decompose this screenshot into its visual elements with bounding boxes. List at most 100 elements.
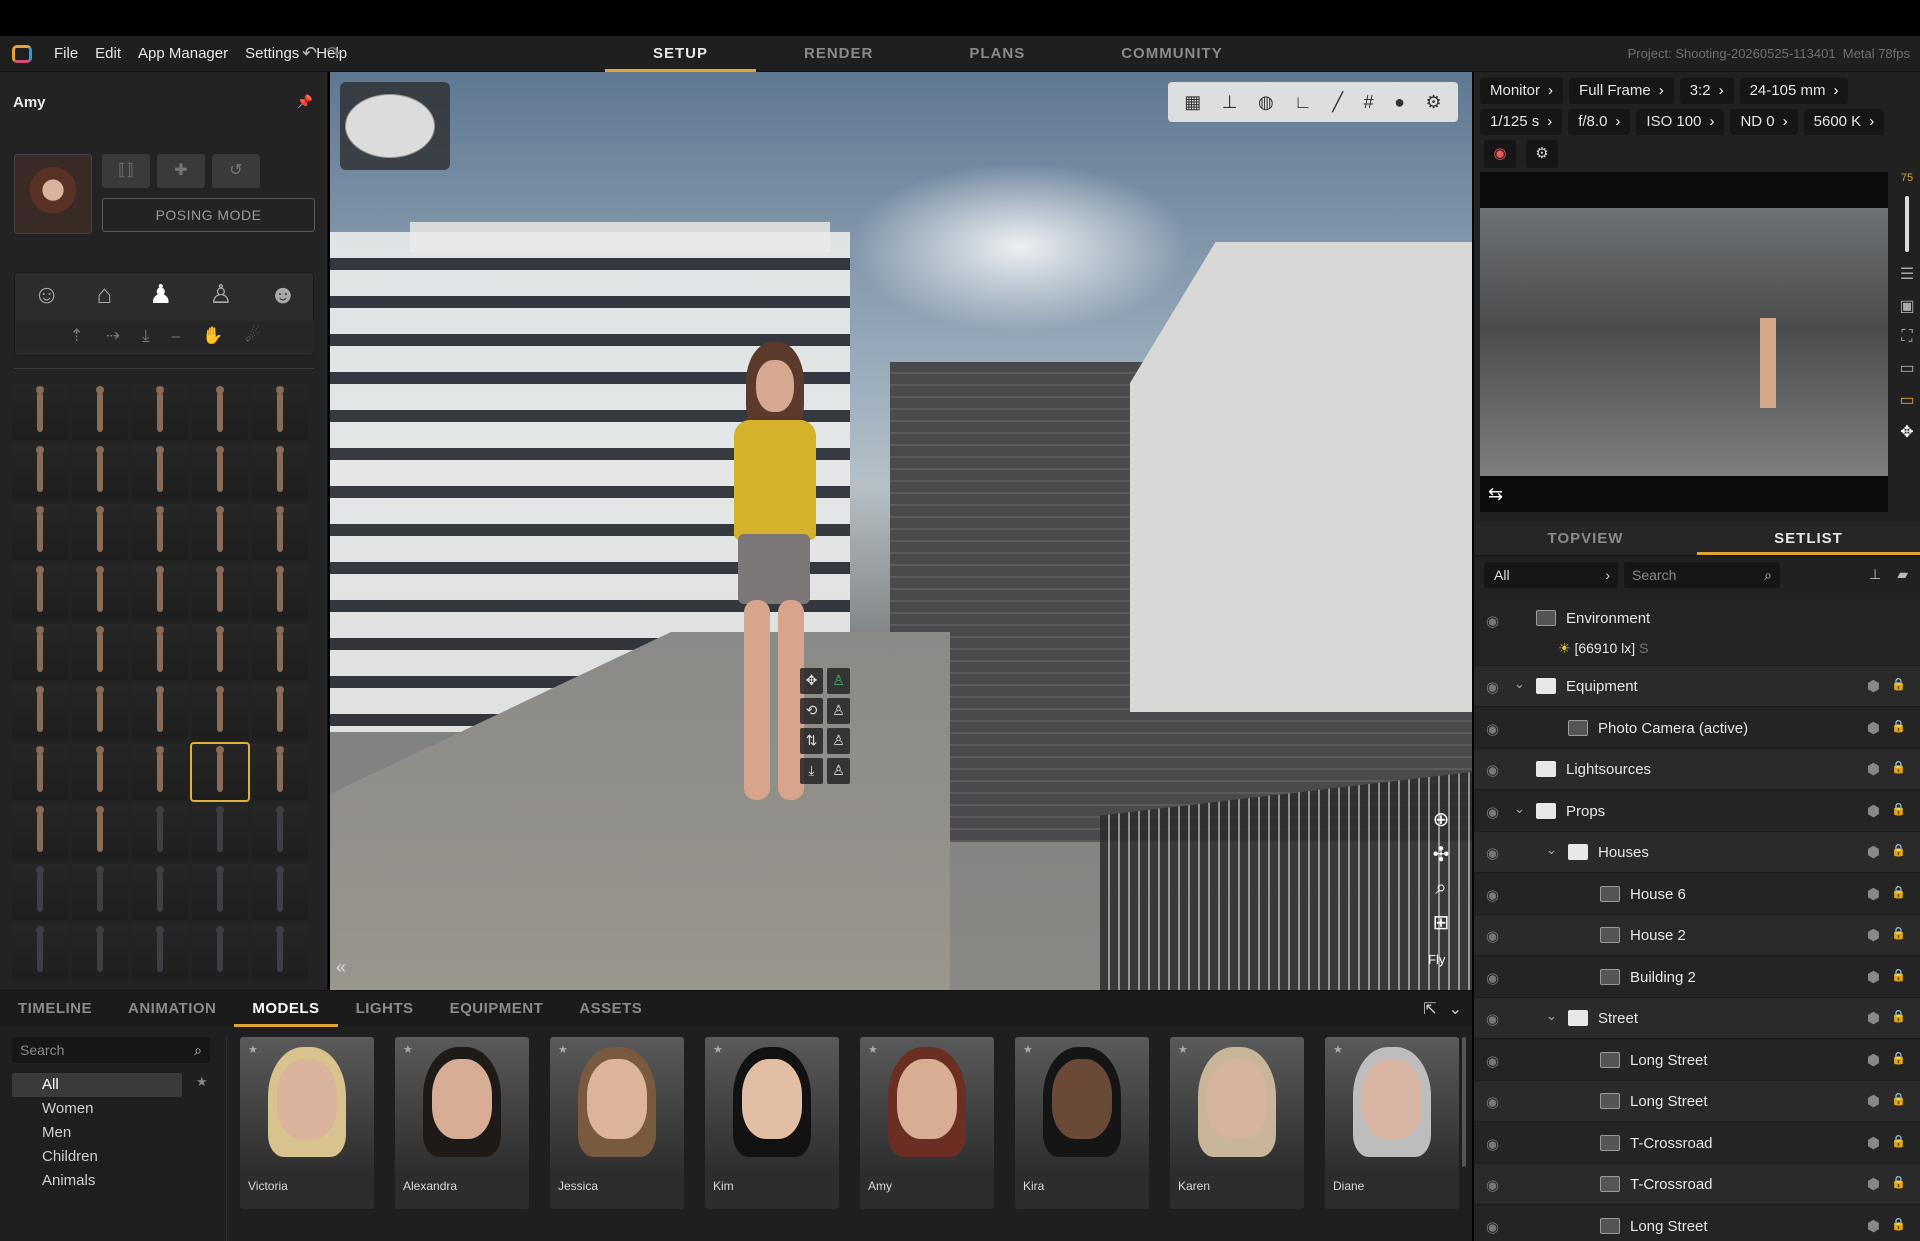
- chevron-down-icon[interactable]: ⌄: [1514, 676, 1525, 692]
- pin-icon[interactable]: 📌: [297, 94, 313, 110]
- color-wheel-icon[interactable]: ◉: [1484, 140, 1516, 168]
- pose-thumbnail[interactable]: [12, 804, 68, 860]
- camera-setting-row1-0[interactable]: Monitor ›: [1480, 78, 1564, 104]
- eye-icon[interactable]: ◉: [1486, 1218, 1499, 1236]
- pose-thumbnail[interactable]: [252, 684, 308, 740]
- setlist-row[interactable]: ◉ House 2 ⬢ 🔒: [1474, 915, 1920, 956]
- setlist-row-environment[interactable]: ◉ Environment ☀ [66910 lx] S: [1474, 598, 1920, 666]
- gear-icon[interactable]: ⚙: [1426, 92, 1442, 113]
- camera-setting-row2-2[interactable]: ISO 100 ›: [1636, 109, 1725, 135]
- tab-animation[interactable]: ANIMATION: [110, 991, 234, 1027]
- camera-setting-row2-3[interactable]: ND 0 ›: [1730, 109, 1798, 135]
- setlist-row[interactable]: ◉ ⌄ Props ⬢ 🔒: [1474, 790, 1920, 832]
- scale-icon[interactable]: ⇅: [800, 728, 823, 754]
- pose-thumbnail[interactable]: [252, 504, 308, 560]
- camera-setting-row1-1[interactable]: Full Frame ›: [1569, 78, 1674, 104]
- eye-icon[interactable]: ◉: [1486, 969, 1499, 987]
- menu-item-edit[interactable]: Edit: [95, 45, 121, 62]
- posture-icon[interactable]: ♙: [209, 279, 232, 310]
- popout-icon[interactable]: ⇱: [1423, 999, 1436, 1019]
- camera-gear-icon[interactable]: ⚙: [1526, 140, 1558, 168]
- pose-thumbnail[interactable]: [192, 444, 248, 500]
- lock-icon[interactable]: 🔒: [1891, 1134, 1906, 1148]
- head-icon[interactable]: ☺: [33, 279, 60, 310]
- pose-thumbnail[interactable]: [12, 564, 68, 620]
- tab-community[interactable]: COMMUNITY: [1073, 36, 1271, 72]
- tab-models[interactable]: MODELS: [234, 991, 338, 1027]
- cube-icon[interactable]: ⬢: [1867, 1175, 1880, 1193]
- menu-item-file[interactable]: File: [54, 45, 78, 62]
- tab-lights[interactable]: LIGHTS: [338, 991, 432, 1027]
- eye-icon[interactable]: ◉: [1486, 803, 1499, 821]
- pose-thumbnail[interactable]: [252, 624, 308, 680]
- character-avatar[interactable]: [14, 154, 92, 234]
- cube-icon[interactable]: ⬢: [1867, 843, 1880, 861]
- lock-icon[interactable]: 🔒: [1891, 926, 1906, 940]
- category-men[interactable]: Men: [12, 1121, 212, 1145]
- tab-assets[interactable]: ASSETS: [561, 991, 660, 1027]
- tab-equipment[interactable]: EQUIPMENT: [432, 991, 562, 1027]
- eye-icon[interactable]: ◉: [1486, 927, 1499, 945]
- lock-icon[interactable]: 🔒: [1891, 1051, 1906, 1065]
- setlist-row[interactable]: ◉ Long Street ⬢ 🔒: [1474, 1205, 1920, 1241]
- pose-thumbnail[interactable]: [72, 384, 128, 440]
- star-icon[interactable]: ★: [1178, 1043, 1188, 1056]
- setlist-row[interactable]: ◉ Lightsources ⬢ 🔒: [1474, 749, 1920, 790]
- eye-icon[interactable]: ◉: [1486, 886, 1499, 904]
- eye-icon[interactable]: ◉: [1486, 1135, 1499, 1153]
- eye-icon[interactable]: ◉: [1486, 1176, 1499, 1194]
- category-children[interactable]: Children: [12, 1145, 212, 1169]
- lock-icon[interactable]: 🔒: [1891, 968, 1906, 982]
- setlist-row[interactable]: ◉ ⌄ Street ⬢ 🔒: [1474, 998, 1920, 1039]
- pose-thumbnail[interactable]: [132, 864, 188, 920]
- camera-setting-row2-0[interactable]: 1/125 s ›: [1480, 109, 1563, 135]
- overlay-icon[interactable]: ▭: [1899, 390, 1914, 410]
- tab-timeline[interactable]: TIMELINE: [0, 991, 110, 1027]
- lock-icon[interactable]: 🔒: [1891, 1175, 1906, 1189]
- lock-icon[interactable]: 🔒: [1891, 1217, 1906, 1231]
- cube-icon[interactable]: ⬢: [1867, 926, 1880, 944]
- lock-icon[interactable]: 🔒: [1891, 719, 1906, 733]
- pose-thumbnail[interactable]: [72, 564, 128, 620]
- setlist-row[interactable]: ◉ Long Street ⬢ 🔒: [1474, 1081, 1920, 1122]
- cube-icon[interactable]: ⬢: [1867, 1009, 1880, 1027]
- eye-icon[interactable]: ◉: [1486, 720, 1499, 738]
- pose-thumbnail[interactable]: [72, 804, 128, 860]
- lock-icon[interactable]: 🔒: [1891, 843, 1906, 857]
- move-camera-icon[interactable]: ✥: [1900, 422, 1913, 442]
- cube-icon[interactable]: ⬢: [1867, 719, 1880, 737]
- grid-icon[interactable]: ▦: [1184, 92, 1201, 113]
- ruler-icon[interactable]: ╱: [1332, 92, 1343, 113]
- lying-pose-icon[interactable]: ⎯: [172, 321, 181, 351]
- menu-item-settings[interactable]: Settings: [245, 45, 299, 62]
- swap-view-icon[interactable]: ⇆: [1488, 484, 1503, 505]
- sitting-pose-icon[interactable]: ⤓: [142, 321, 150, 351]
- pose-thumbnail[interactable]: [252, 384, 308, 440]
- pose-thumbnail[interactable]: [72, 924, 128, 980]
- model-card[interactable]: ★ Amy: [860, 1037, 994, 1209]
- angle-icon[interactable]: ∟: [1294, 92, 1312, 113]
- pose-thumbnail[interactable]: [192, 684, 248, 740]
- drop-to-floor-icon[interactable]: ⤓: [800, 758, 823, 784]
- globe-icon[interactable]: ◍: [1258, 92, 1274, 113]
- setlist-filter-select[interactable]: All ›: [1484, 562, 1618, 588]
- pose-thumbnail[interactable]: [192, 384, 248, 440]
- camera-setting-row1-3[interactable]: 24-105 mm ›: [1739, 78, 1849, 104]
- camera-preview[interactable]: ⇆: [1480, 172, 1888, 512]
- cube-icon[interactable]: ⬢: [1867, 1217, 1880, 1235]
- cube-icon[interactable]: ⬢: [1867, 968, 1880, 986]
- axes-icon[interactable]: ⊥: [1222, 92, 1238, 113]
- ik-icon[interactable]: ♙: [827, 668, 850, 694]
- full-body-icon[interactable]: ♟: [149, 279, 172, 310]
- model-card[interactable]: ★ Karen: [1170, 1037, 1304, 1209]
- pose-thumbnail[interactable]: [252, 744, 308, 800]
- pose-thumbnail[interactable]: [132, 804, 188, 860]
- pose-thumbnail[interactable]: [252, 444, 308, 500]
- model-figure[interactable]: [720, 342, 830, 990]
- eye-icon[interactable]: ◉: [1486, 678, 1499, 696]
- eye-icon[interactable]: ◉: [1486, 1052, 1499, 1070]
- eye-icon[interactable]: ◉: [1486, 612, 1499, 630]
- pose-thumbnail[interactable]: [192, 804, 248, 860]
- pose-thumbnail[interactable]: [12, 684, 68, 740]
- pan-icon[interactable]: ✣: [1426, 842, 1456, 867]
